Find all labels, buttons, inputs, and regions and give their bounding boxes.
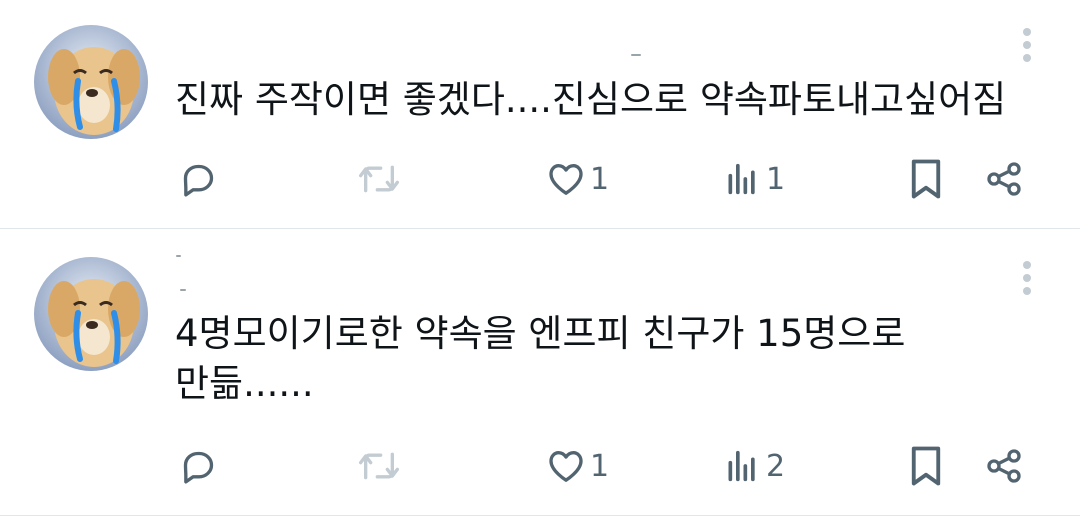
share-button[interactable] [984, 157, 1024, 201]
like-count: 1 [590, 448, 610, 484]
reply-button[interactable] [178, 157, 218, 201]
avatar[interactable] [34, 257, 148, 371]
bookmark-button[interactable] [908, 444, 944, 488]
reply-icon [183, 164, 214, 197]
post[interactable]: 4명모이기로한 약속을 엔프피 친구가 15명으로 만듦...... 1 2 [0, 229, 1080, 521]
like-icon [549, 164, 583, 195]
more-icon[interactable] [1020, 28, 1034, 64]
share-button[interactable] [984, 444, 1024, 488]
decorative-mark [631, 54, 641, 56]
repost-icon [358, 452, 399, 480]
like-count: 1 [590, 161, 610, 197]
more-icon[interactable] [1020, 261, 1034, 297]
views-count: 2 [766, 448, 786, 484]
repost-icon [358, 165, 399, 193]
like-button[interactable]: 1 [546, 157, 609, 201]
avatar[interactable] [34, 25, 148, 139]
reply-icon [183, 451, 214, 484]
share-icon [987, 449, 1021, 483]
bookmark-icon [911, 446, 941, 486]
share-icon [987, 162, 1021, 196]
bookmark-button[interactable] [908, 157, 944, 201]
post-text: 4명모이기로한 약속을 엔프피 친구가 15명으로 만듦...... [175, 312, 906, 405]
views-button[interactable]: 1 [722, 157, 785, 201]
views-count: 1 [766, 161, 786, 197]
post-text: 진짜 주작이면 좋겠다....진심으로 약속파토내고싶어짐 [175, 78, 1007, 121]
views-button[interactable]: 2 [722, 444, 785, 488]
bookmark-icon [911, 159, 941, 199]
reply-button[interactable] [178, 444, 218, 488]
action-bar: 1 1 [0, 157, 1080, 201]
post[interactable]: 진짜 주작이면 좋겠다....진심으로 약속파토내고싶어짐 1 1 [0, 0, 1080, 228]
repost-button[interactable] [357, 157, 401, 201]
like-icon [549, 451, 583, 482]
views-icon [728, 450, 755, 482]
divider [0, 515, 1080, 516]
decorative-mark [180, 289, 186, 291]
views-icon [728, 163, 755, 195]
like-button[interactable]: 1 [546, 444, 609, 488]
repost-button[interactable] [357, 444, 401, 488]
decorative-mark [176, 255, 181, 257]
action-bar: 1 2 [0, 444, 1080, 488]
